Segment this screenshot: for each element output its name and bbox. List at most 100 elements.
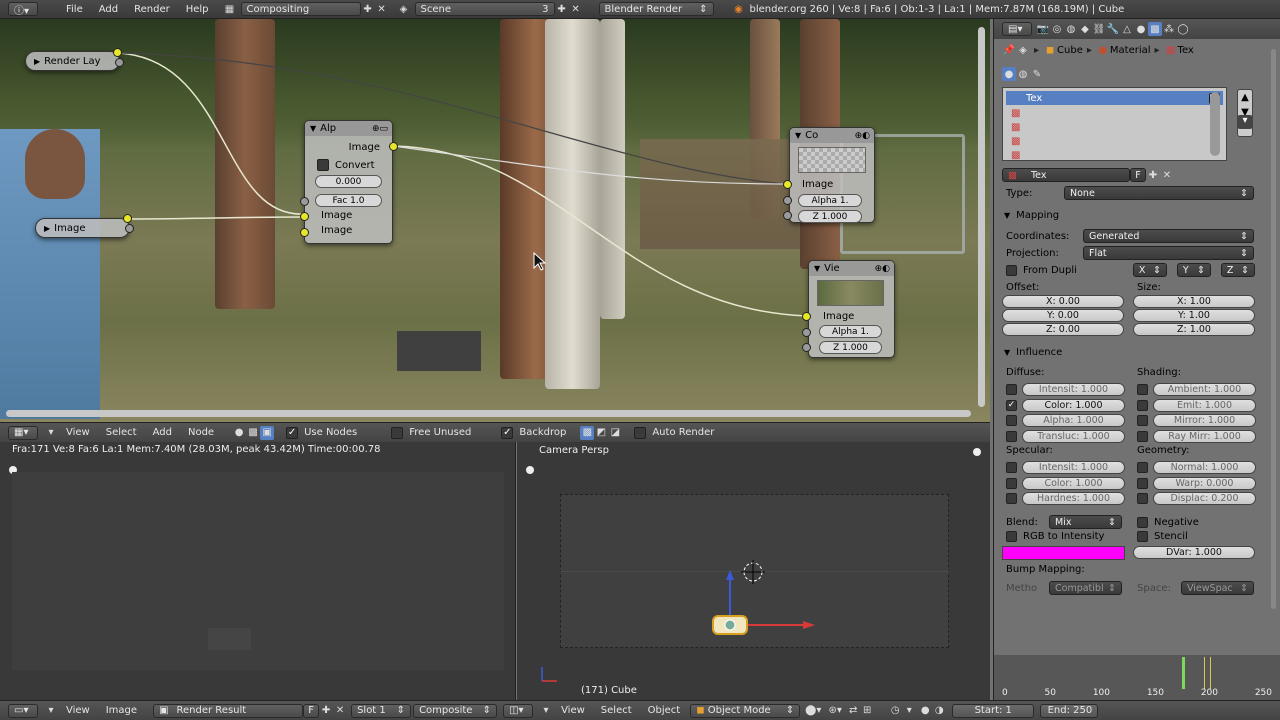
menu-add[interactable]: Add <box>91 4 126 15</box>
editor-type-button[interactable]: ◫▾ <box>503 703 534 718</box>
auto-render-checkbox[interactable] <box>634 426 647 439</box>
alpha-over-fac-socket[interactable] <box>300 197 309 206</box>
composite-z-socket[interactable] <box>783 211 792 220</box>
mirror-checkbox[interactable] <box>1137 415 1148 427</box>
modifier-tab-icon[interactable]: 🔧 <box>1106 22 1120 36</box>
texture-browse-dropdown[interactable]: ▩ Tex <box>1002 168 1130 182</box>
backdrop-rgba-icon[interactable]: ◩ <box>594 426 608 440</box>
pivot-icon[interactable]: ⊛▾ <box>828 704 842 718</box>
composite-alpha-field[interactable]: Alpha 1. <box>798 194 862 207</box>
constraint-tab-icon[interactable]: ⛓ <box>1092 22 1106 36</box>
menu-help[interactable]: Help <box>178 4 217 15</box>
image-browse-dropdown[interactable]: ▣ Render Result <box>153 703 304 718</box>
scene-selector[interactable]: Scene 3 <box>414 2 555 16</box>
bump-method-dropdown[interactable]: Compatibl ⇕ <box>1049 581 1122 595</box>
mapping-panel-header[interactable]: ▼ Mapping <box>1004 210 1059 221</box>
y-mapping-dropdown[interactable]: Y ⇕ <box>1176 263 1211 277</box>
spec-intensity-checkbox[interactable] <box>1006 462 1017 474</box>
world-tab-icon[interactable]: ◍ <box>1064 22 1078 36</box>
menu-view[interactable]: View <box>58 705 98 716</box>
x-axis-arrow-head[interactable] <box>803 621 815 629</box>
negative-checkbox[interactable] <box>1137 516 1148 528</box>
convert-premul-checkbox[interactable] <box>317 159 329 171</box>
stencil-checkbox[interactable] <box>1137 531 1148 542</box>
timeline-menu-icon[interactable]: ▾ <box>902 704 916 718</box>
size-y-field[interactable]: Y: 1.00 <box>1133 309 1255 322</box>
backdrop-alpha-icon[interactable]: ◪ <box>608 426 622 440</box>
slot-dropdown[interactable]: Slot 1 ⇕ <box>351 703 412 718</box>
warp-checkbox[interactable] <box>1137 477 1148 489</box>
spec-color-field[interactable]: Color: 1.000 <box>1022 476 1125 490</box>
blend-dropdown[interactable]: Mix ⇕ <box>1049 515 1122 529</box>
offset-y-field[interactable]: Y: 0.00 <box>1002 309 1124 322</box>
viewer-z-socket[interactable] <box>802 343 811 352</box>
composite-z-field[interactable]: Z 1.000 <box>798 210 862 223</box>
add-image-icon[interactable]: ✚ <box>319 704 333 718</box>
menu-toggle-icon[interactable]: ▾ <box>539 704 553 718</box>
breadcrumb-texture[interactable]: Tex <box>1178 45 1194 56</box>
spec-intensity-field[interactable]: Intensit: 1.000 <box>1022 461 1125 475</box>
add-screen-icon[interactable]: ✚ <box>361 2 375 16</box>
offset-z-field[interactable]: Z: 0.00 <box>1002 323 1124 336</box>
diffuse-intensity-checkbox[interactable] <box>1006 384 1017 396</box>
texture-type-dropdown[interactable]: None ⇕ <box>1064 186 1254 200</box>
collapse-arrow-icon[interactable]: ▼ <box>310 124 316 133</box>
diffuse-color-checkbox[interactable]: ✓ <box>1006 399 1017 411</box>
timeline-view-icon[interactable]: ◷ <box>888 704 902 718</box>
hardness-field[interactable]: Hardnes: 1.000 <box>1022 492 1125 506</box>
size-x-field[interactable]: X: 1.00 <box>1133 295 1255 308</box>
add-texture-icon[interactable]: ✚ <box>1146 168 1160 182</box>
render-layer-image-socket[interactable] <box>113 48 122 57</box>
backdrop-rgb-icon[interactable]: ▩ <box>580 425 595 440</box>
influence-panel-header[interactable]: ▼ Influence <box>1004 347 1062 358</box>
unlink-texture-icon[interactable]: ✕ <box>1160 168 1174 182</box>
pin-icon[interactable]: 📌 <box>1002 43 1016 57</box>
render-layer-dropdown[interactable]: Composite ⇕ <box>413 703 498 718</box>
texture-slot-list[interactable]: Tex✓ ▩▩▩▩ <box>1002 87 1227 161</box>
dvar-field[interactable]: DVar: 1.000 <box>1133 546 1255 559</box>
warp-field[interactable]: Warp: 0.000 <box>1153 476 1256 490</box>
fac-field[interactable]: Fac 1.0 <box>315 194 382 207</box>
composite-header[interactable]: ▼ Co ⊕◐ <box>790 128 874 143</box>
properties-scrollbar[interactable] <box>1271 49 1276 609</box>
projection-dropdown[interactable]: Flat ⇕ <box>1083 246 1254 260</box>
ambient-checkbox[interactable] <box>1137 384 1148 396</box>
collapse-arrow-icon[interactable]: ▼ <box>814 264 820 273</box>
slot-list-scrollbar[interactable] <box>1210 92 1220 156</box>
fake-user-button[interactable]: F <box>303 703 320 718</box>
breadcrumb-object[interactable]: Cube <box>1057 45 1083 56</box>
render-layers-node[interactable]: ▶ Render Lay <box>25 51 120 71</box>
image-editor[interactable]: Fra:171 Ve:8 Fa:6 La:1 Mem:7.40M (28.03M… <box>0 442 516 700</box>
alpha-over-input1-socket[interactable] <box>300 212 309 221</box>
menu-view[interactable]: View <box>58 427 98 438</box>
scene-tab-icon[interactable]: ◎ <box>1050 22 1064 36</box>
transform-gizmo[interactable] <box>707 552 827 642</box>
particles-tab-icon[interactable]: ⁂ <box>1162 22 1176 36</box>
use-nodes-checkbox[interactable]: ✓ <box>286 426 299 439</box>
vertical-scrollbar[interactable] <box>978 27 985 407</box>
texture-nodes-icon[interactable]: ▩ <box>246 426 260 440</box>
keying-set-icon[interactable]: ◑ <box>932 704 946 718</box>
physics-tab-icon[interactable]: ◯ <box>1176 22 1190 36</box>
world-texture-context-icon[interactable]: ◍ <box>1016 67 1030 81</box>
editor-type-button[interactable]: ⓘ▾ <box>8 2 38 17</box>
diffuse-alpha-field[interactable]: Alpha: 1.000 <box>1022 414 1125 428</box>
image-node-output-socket[interactable] <box>123 214 132 223</box>
end-frame-field[interactable]: End: 250 <box>1040 703 1099 718</box>
normal-checkbox[interactable] <box>1137 462 1148 474</box>
image-node[interactable]: ▶ Image <box>35 218 130 238</box>
slot-move-buttons[interactable]: ▲ ▼ <box>1237 89 1253 137</box>
material-texture-context-icon[interactable]: ● <box>1002 67 1016 81</box>
3d-viewport[interactable]: Camera Persp (171) Cube <box>517 442 990 700</box>
node-options-icon[interactable]: ⊕◐ <box>855 131 870 141</box>
bump-space-dropdown[interactable]: ViewSpac ⇕ <box>1181 581 1254 595</box>
viewer-node[interactable]: ▼ Vie ⊕◐ Image Alpha 1. Z 1.000 <box>808 260 895 358</box>
menu-object[interactable]: Object <box>640 705 689 716</box>
premul-field[interactable]: 0.000 <box>315 175 382 188</box>
blend-color-swatch[interactable] <box>1002 546 1125 560</box>
texture-tab-icon[interactable]: ▩ <box>1148 22 1162 36</box>
hardness-checkbox[interactable] <box>1006 493 1017 505</box>
menu-toggle-icon[interactable]: ▾ <box>44 426 58 440</box>
viewer-header[interactable]: ▼ Vie ⊕◐ <box>809 261 894 276</box>
layers-icon[interactable]: ⊞ <box>860 704 874 718</box>
